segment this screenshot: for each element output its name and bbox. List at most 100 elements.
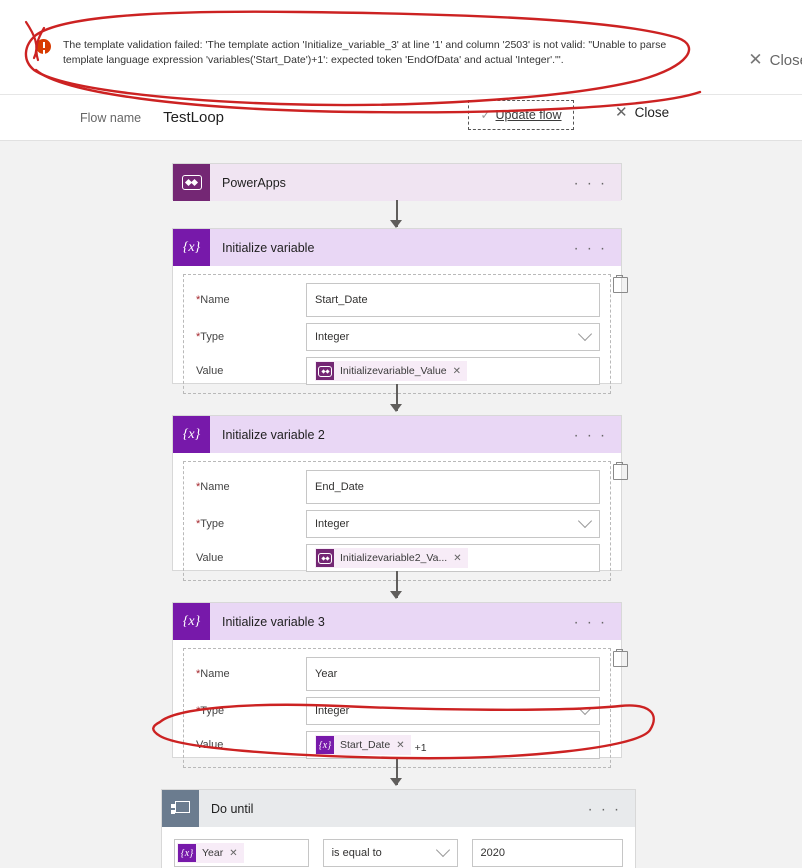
condition-left-input[interactable]: {x} Year ✕	[174, 839, 309, 867]
token-remove-icon[interactable]: ✕	[396, 740, 404, 751]
token-label: Initializevariable_Value	[340, 365, 447, 377]
name-input[interactable]: End_Date	[306, 470, 600, 504]
chevron-down-icon	[435, 842, 450, 858]
connector-arrow	[390, 591, 402, 599]
copy-clipboard-icon[interactable]	[613, 649, 628, 667]
close-x-icon: ✕	[748, 50, 763, 69]
field-row-name: *Name End_Date	[196, 470, 600, 504]
type-label: *Type	[196, 518, 225, 530]
condition-right-input[interactable]: 2020	[471, 839, 624, 867]
token-label: Start_Date	[340, 739, 391, 751]
update-flow-button[interactable]: ✓ Update flow	[468, 100, 574, 130]
close-button[interactable]: ✕ Close	[615, 103, 669, 121]
token-label: Initializevariable2_Va...	[340, 552, 448, 564]
field-row-name: *Name Start_Date	[196, 283, 600, 317]
card-header: {x} Initialize variable 2 · · ·	[173, 416, 621, 453]
card-body: *Name Start_Date *Type Integer Value Ini…	[183, 274, 628, 394]
dynamic-content-token[interactable]: Initializevariable2_Va... ✕	[315, 548, 468, 568]
flow-card-initialize-variable[interactable]: {x} Initialize variable · · · *Name Star…	[172, 228, 628, 394]
name-label: *Name	[196, 481, 230, 493]
type-label: *Type	[196, 705, 225, 717]
card-header: PowerApps · · ·	[173, 164, 621, 201]
dynamic-content-token[interactable]: {x} Year ✕	[177, 843, 244, 863]
variable-token-icon: {x}	[316, 736, 334, 754]
token-label: Year	[202, 847, 224, 859]
value-input[interactable]: Initializevariable_Value ✕	[306, 357, 600, 385]
powerapps-token-icon	[316, 362, 334, 380]
copy-clipboard-icon[interactable]	[613, 462, 628, 480]
value-expression-suffix: +1	[414, 742, 427, 754]
card-header: {x} Initialize variable · · ·	[173, 229, 621, 266]
name-input[interactable]: Start_Date	[306, 283, 600, 317]
type-dropdown[interactable]: Integer	[306, 697, 600, 725]
name-input-value: End_Date	[315, 481, 364, 493]
type-dropdown[interactable]: Integer	[306, 323, 600, 351]
condition-row: {x} Year ✕ is equal to 2020	[174, 839, 624, 867]
connector-arrow	[390, 778, 402, 786]
flow-card-powerapps[interactable]: PowerApps · · ·	[172, 163, 622, 201]
field-row-type: *Type Integer	[196, 510, 600, 538]
card-header: Do until · · ·	[162, 790, 635, 827]
card-overflow-menu[interactable]: · · ·	[588, 801, 621, 816]
token-remove-icon[interactable]: ✕	[453, 553, 461, 564]
condition-operator-value: is equal to	[331, 847, 382, 859]
powerapps-token-icon	[316, 549, 334, 567]
condition-right-value: 2020	[480, 847, 506, 859]
type-dropdown[interactable]: Integer	[306, 510, 600, 538]
type-dropdown-value: Integer	[315, 518, 350, 530]
card-overflow-menu[interactable]: · · ·	[574, 614, 607, 629]
command-bar: Flow name TestLoop ✓ Update flow ✕ Close	[0, 95, 802, 141]
token-remove-icon[interactable]: ✕	[229, 848, 237, 859]
card-header: {x} Initialize variable 3 · · ·	[173, 603, 621, 640]
value-label: Value	[196, 739, 224, 751]
copy-clipboard-icon[interactable]	[613, 275, 628, 293]
value-input[interactable]: Initializevariable2_Va... ✕	[306, 544, 600, 572]
flow-name-label: Flow name	[80, 110, 142, 125]
powerapps-icon	[173, 164, 210, 201]
banner-close-button[interactable]: ✕ Close	[748, 50, 802, 70]
card-title: Initialize variable	[222, 240, 315, 255]
card-overflow-menu[interactable]: · · ·	[574, 427, 607, 442]
flow-card-initialize-variable-2[interactable]: {x} Initialize variable 2 · · · *Name En…	[172, 415, 628, 581]
token-remove-icon[interactable]: ✕	[453, 366, 461, 377]
type-dropdown-value: Integer	[315, 705, 350, 717]
card-body: *Name End_Date *Type Integer Value Initi…	[183, 461, 628, 581]
update-flow-label: Update flow	[495, 108, 562, 122]
card-body: *Name Year *Type Integer Value {x} Start…	[183, 648, 628, 768]
flow-name-value: TestLoop	[163, 109, 225, 126]
connector-arrow	[390, 220, 402, 228]
field-row-value: Value Initializevariable_Value ✕	[196, 357, 600, 385]
field-row-type: *Type Integer	[196, 323, 600, 351]
close-label: Close	[634, 104, 670, 120]
value-label: Value	[196, 552, 224, 564]
condition-operator-dropdown[interactable]: is equal to	[322, 839, 458, 867]
name-label: *Name	[196, 294, 230, 306]
name-input-value: Year	[315, 668, 338, 680]
flow-canvas: PowerApps · · · {x} Initialize variable …	[0, 141, 802, 868]
value-input[interactable]: {x} Start_Date ✕ +1	[306, 731, 600, 759]
dynamic-content-token[interactable]: {x} Start_Date ✕	[315, 735, 411, 755]
card-overflow-menu[interactable]: · · ·	[574, 240, 607, 255]
name-input[interactable]: Year	[306, 657, 600, 691]
variable-braces-icon: {x}	[173, 229, 210, 266]
card-overflow-menu[interactable]: · · ·	[574, 175, 607, 190]
error-circle-icon	[36, 39, 51, 54]
value-label: Value	[196, 365, 224, 377]
connector-arrow	[390, 404, 402, 412]
card-title: Do until	[211, 801, 254, 816]
chevron-down-icon	[577, 513, 593, 529]
banner-close-label: Close	[769, 51, 802, 69]
card-title: Initialize variable 2	[222, 427, 325, 442]
flow-card-do-until[interactable]: Do until · · · {x} Year ✕ is equal to 20…	[161, 789, 636, 868]
chevron-down-icon	[577, 700, 593, 716]
close-x-icon: ✕	[615, 104, 628, 121]
error-message: The template validation failed: 'The tem…	[63, 39, 667, 66]
field-row-value: Value Initializevariable2_Va... ✕	[196, 544, 600, 572]
field-row-value: Value {x} Start_Date ✕ +1	[196, 731, 600, 759]
flow-card-initialize-variable-3[interactable]: {x} Initialize variable 3 · · · *Name Ye…	[172, 602, 628, 768]
error-banner: The template validation failed: 'The tem…	[0, 0, 802, 95]
do-until-icon	[162, 790, 199, 827]
card-title: Initialize variable 3	[222, 614, 325, 629]
checkmark-icon: ✓	[480, 108, 491, 122]
dynamic-content-token[interactable]: Initializevariable_Value ✕	[315, 361, 468, 381]
